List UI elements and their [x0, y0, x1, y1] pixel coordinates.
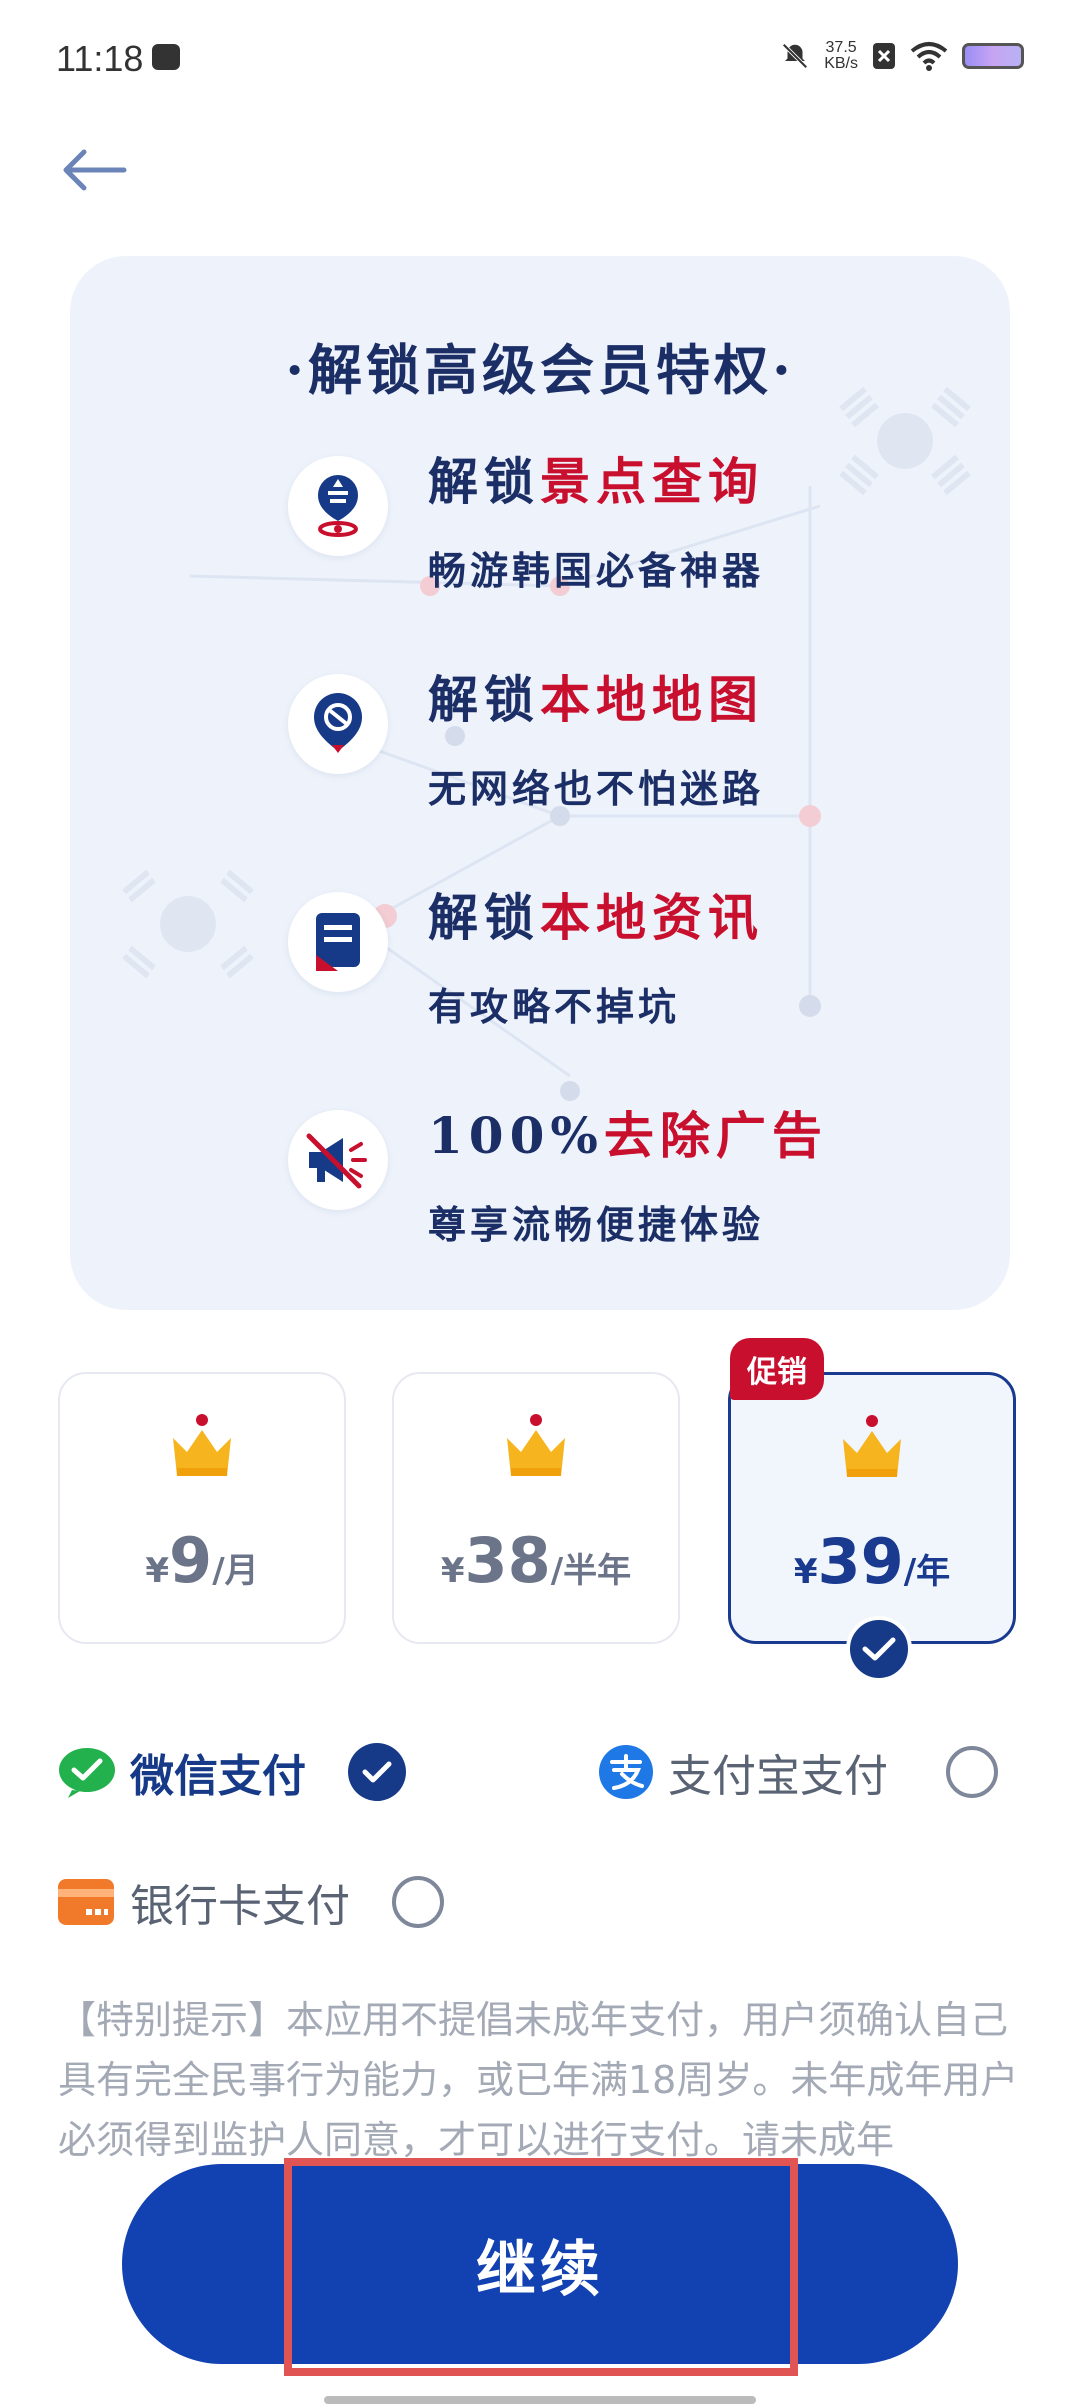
battery-icon: [962, 43, 1024, 69]
pay-option-alipay[interactable]: 支付宝支付: [598, 1740, 998, 1804]
plan-monthly[interactable]: ¥9/月: [58, 1372, 346, 1644]
promo-badge: 促销: [730, 1338, 824, 1400]
crown-icon: [843, 1415, 901, 1477]
mute-bell-icon: [782, 43, 808, 69]
benefit-local-news: 解锁本地资讯 有攻略不掉坑: [288, 888, 764, 1031]
news-icon: [288, 892, 388, 992]
pay-option-wechat[interactable]: 微信支付: [58, 1740, 406, 1804]
benefit-subtitle: 无网络也不怕迷路: [428, 766, 765, 811]
special-notice-text: 【特别提示】本应用不提倡未成年支付，用户须确认自己具有完全民事行为能力，或已年满…: [58, 1998, 1019, 2162]
benefit-title: 解锁本地地图: [428, 670, 764, 729]
continue-button[interactable]: 继续: [122, 2164, 958, 2364]
benefit-local-map: 解锁本地地图 无网络也不怕迷路: [288, 670, 765, 813]
crown-icon: [507, 1414, 565, 1476]
network-speed: 37.5 KB/s: [824, 39, 858, 72]
crown-icon: [173, 1414, 231, 1476]
home-indicator[interactable]: [324, 2396, 756, 2404]
status-icons: 37.5 KB/s: [780, 40, 1024, 72]
benefit-title: 100%去除广告: [428, 1106, 828, 1165]
plan-price: ¥39/年: [793, 1525, 951, 1598]
benefit-title: 解锁本地资讯: [428, 888, 764, 947]
plan-half-year[interactable]: ¥38/半年: [392, 1372, 680, 1644]
bank-card-icon: [58, 1879, 114, 1925]
benefit-subtitle: 有攻略不掉坑: [428, 984, 681, 1029]
wechat-selected-check-icon[interactable]: [348, 1743, 406, 1801]
member-benefits-card: ·解锁高级会员特权· 解锁景点查询 畅游韩国必备神器 解锁本地地图 无网络也不怕…: [70, 256, 1010, 1310]
location-pin-icon: [288, 456, 388, 556]
plan-price: ¥9/月: [145, 1524, 259, 1597]
benefit-subtitle: 畅游韩国必备神器: [428, 548, 765, 593]
bank-card-radio[interactable]: [392, 1876, 444, 1928]
plan-price: ¥38/半年: [440, 1524, 632, 1597]
pay-label-alipay: 支付宝支付: [668, 1751, 888, 1802]
wifi-icon: [910, 42, 948, 71]
map-icon: [288, 674, 388, 774]
pay-label-wechat: 微信支付: [130, 1751, 306, 1802]
benefit-remove-ads: 100%去除广告 尊享流畅便捷体验: [288, 1106, 828, 1249]
benefit-subtitle: 尊享流畅便捷体验: [428, 1202, 765, 1247]
plan-yearly[interactable]: ¥39/年: [728, 1372, 1016, 1644]
benefit-title: 解锁景点查询: [428, 452, 764, 511]
plan-selected-check-icon: [846, 1616, 912, 1682]
pay-label-bank-card: 银行卡支付: [130, 1881, 350, 1932]
wechat-pay-icon: [59, 1748, 115, 1798]
message-notification-icon: [152, 44, 180, 70]
alipay-icon: [599, 1745, 653, 1799]
no-ads-icon: [288, 1110, 388, 1210]
benefit-attraction-search: 解锁景点查询 畅游韩国必备神器: [288, 452, 765, 595]
card-title: ·解锁高级会员特权·: [285, 338, 795, 402]
alipay-radio[interactable]: [946, 1746, 998, 1798]
sim-off-icon: [873, 43, 895, 69]
back-arrow-icon[interactable]: [58, 140, 128, 200]
pay-option-bank-card[interactable]: 银行卡支付: [58, 1870, 444, 1934]
status-time: 11:18: [56, 38, 144, 79]
